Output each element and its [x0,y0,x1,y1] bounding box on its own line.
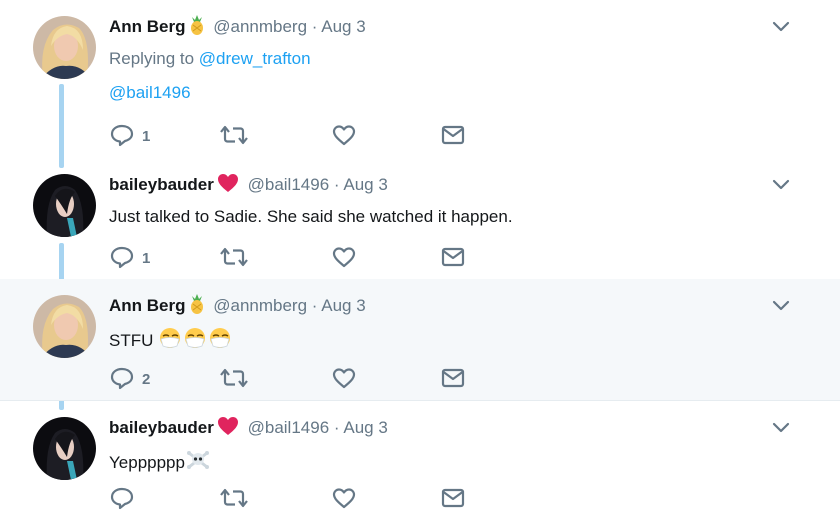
reply-button[interactable]: 1 [109,244,169,270]
retweet-icon [220,488,248,508]
tweet-date[interactable]: Aug 3 [343,418,387,437]
conversation-thread: Ann Berg @annmberg · Aug 3 Replying to @… [0,0,840,523]
tweet-actions [109,485,489,511]
tweet-text-content: STFU [109,331,154,350]
retweet-icon [220,125,248,145]
envelope-icon [441,247,465,267]
red-heart-icon [217,173,239,199]
reply-icon [110,367,134,390]
red-heart-icon [217,416,239,442]
pineapple-icon [189,294,205,320]
heart-icon [332,488,356,509]
tweet-actions: 1 [109,244,489,270]
avatar[interactable] [33,16,96,79]
user-handle[interactable]: @bail1496 [248,175,330,194]
reply-count: 1 [142,250,151,267]
avatar[interactable] [33,174,96,237]
reply-icon [110,124,134,147]
tweet-text: Just talked to Sadie. She said she watch… [109,207,513,226]
replying-to-label: Replying to [109,49,195,68]
heart-icon [332,125,356,146]
reply-count: 2 [142,371,151,388]
retweet-button[interactable] [219,122,249,148]
separator-dot: · [311,17,318,36]
direct-message-button[interactable] [440,485,470,511]
tweet-date[interactable]: Aug 3 [321,296,365,315]
reply-button[interactable]: 2 [109,365,169,391]
tweet-header: baileybauder @bail1496 · Aug 3 [109,416,388,442]
tweet-header: Ann Berg @annmberg · Aug 3 [109,294,366,320]
user-handle[interactable]: @bail1496 [248,418,330,437]
reply-button[interactable]: 1 [109,122,169,148]
retweet-button[interactable] [219,485,249,511]
heart-icon [332,247,356,268]
replying-to: Replying to @drew_trafton [109,48,311,70]
avatar[interactable] [33,295,96,358]
chevron-down-icon[interactable] [771,299,791,313]
reply-button[interactable] [109,485,169,511]
tweet-header: baileybauder @bail1496 · Aug 3 [109,173,388,199]
separator-dot: · [333,418,340,437]
like-button[interactable] [331,244,361,270]
skull-and-crossbones-icon [186,449,210,477]
tweet-text: Yepppppp [109,449,210,477]
display-name[interactable]: baileybauder [109,175,214,194]
tweet[interactable]: Ann Berg @annmberg · Aug 3 STFU 2 [0,279,840,401]
tweet-header: Ann Berg @annmberg · Aug 3 [109,15,366,41]
direct-message-button[interactable] [440,244,470,270]
chevron-down-icon[interactable] [771,20,791,34]
tweet-actions: 2 [109,365,489,391]
heart-icon [332,368,356,389]
display-name[interactable]: Ann Berg [109,17,186,36]
like-button[interactable] [331,122,361,148]
like-button[interactable] [331,365,361,391]
tweet-date[interactable]: Aug 3 [343,175,387,194]
direct-message-button[interactable] [440,365,470,391]
tweet-text: @bail1496 [109,82,191,104]
chevron-down-icon[interactable] [771,178,791,192]
separator-dot: · [333,175,340,194]
tweet[interactable]: baileybauder @bail1496 · Aug 3 Just talk… [0,158,840,279]
chevron-down-icon[interactable] [771,421,791,435]
user-handle[interactable]: @annmberg [213,17,307,36]
reply-icon [110,246,134,269]
separator-dot: · [311,296,318,315]
face-with-medical-mask-icon [208,327,233,355]
replying-to-link[interactable]: @drew_trafton [199,49,311,68]
face-with-medical-mask-icon [183,327,208,355]
face-with-medical-mask-icon [158,327,183,355]
envelope-icon [441,368,465,388]
display-name[interactable]: Ann Berg [109,296,186,315]
reply-icon [110,487,134,510]
tweet-date[interactable]: Aug 3 [321,17,365,36]
retweet-button[interactable] [219,365,249,391]
user-handle[interactable]: @annmberg [213,296,307,315]
tweet-text: STFU [109,327,233,355]
avatar[interactable] [33,417,96,480]
retweet-icon [220,247,248,267]
pineapple-icon [189,15,205,41]
like-button[interactable] [331,485,361,511]
display-name[interactable]: baileybauder [109,418,214,437]
tweet[interactable]: Ann Berg @annmberg · Aug 3 Replying to @… [0,0,840,158]
direct-message-button[interactable] [440,122,470,148]
tweet[interactable]: baileybauder @bail1496 · Aug 3 Yepppppp [0,401,840,523]
mention-link[interactable]: @bail1496 [109,83,191,102]
retweet-icon [220,368,248,388]
tweet-actions: 1 [109,122,489,148]
envelope-icon [441,125,465,145]
retweet-button[interactable] [219,244,249,270]
tweet-text-content: Yepppppp [109,453,185,472]
reply-count: 1 [142,128,151,145]
envelope-icon [441,488,465,508]
